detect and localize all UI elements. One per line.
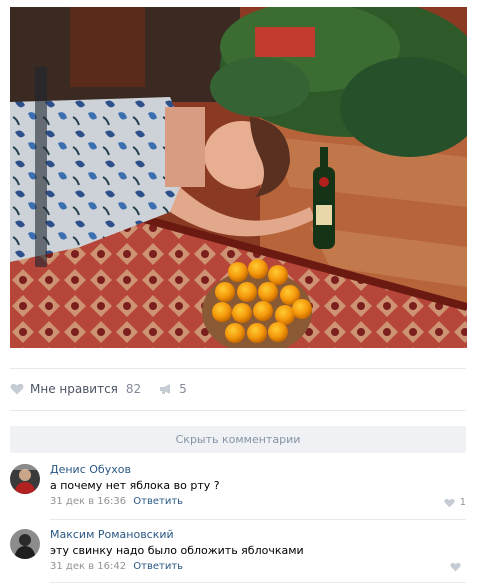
comment-like-button[interactable] bbox=[450, 562, 466, 572]
heart-icon bbox=[444, 498, 455, 507]
comment-author[interactable]: Денис Обухов bbox=[50, 463, 131, 476]
comment-text: эту свинку надо было обложить яблочками bbox=[50, 544, 304, 557]
separator bbox=[10, 368, 466, 369]
like-button[interactable]: Мне нравится 82 bbox=[10, 382, 141, 396]
post-photo[interactable] bbox=[10, 7, 467, 348]
reply-button[interactable]: Ответить bbox=[133, 561, 183, 572]
comment-item: Денис Обухов а почему нет яблока во рту … bbox=[10, 463, 466, 513]
comment-like-button[interactable]: 1 bbox=[444, 497, 466, 508]
comment-like-count: 1 bbox=[459, 497, 466, 508]
separator bbox=[50, 519, 466, 520]
heart-icon bbox=[450, 562, 461, 572]
avatar[interactable] bbox=[10, 464, 40, 494]
comment-date[interactable]: 31 дек в 16:36 bbox=[50, 496, 126, 507]
comment-date[interactable]: 31 дек в 16:42 bbox=[50, 561, 126, 572]
comment-text: а почему нет яблока во рту ? bbox=[50, 479, 220, 492]
repost-button[interactable]: 5 bbox=[159, 382, 187, 396]
like-label: Мне нравится bbox=[30, 382, 118, 396]
like-count: 82 bbox=[125, 382, 142, 396]
avatar[interactable] bbox=[10, 529, 40, 559]
heart-icon bbox=[10, 383, 24, 395]
megaphone-icon bbox=[160, 384, 171, 394]
comment-author[interactable]: Максим Романовский bbox=[50, 528, 174, 541]
post-actions: Мне нравится 82 5 bbox=[10, 378, 187, 400]
hide-comments-label: Скрыть комментарии bbox=[175, 433, 301, 446]
repost-count: 5 bbox=[179, 382, 187, 396]
separator bbox=[50, 582, 466, 583]
comment-item: Максим Романовский эту свинку надо было … bbox=[10, 528, 466, 578]
hide-comments-button[interactable]: Скрыть комментарии bbox=[10, 426, 466, 453]
reply-button[interactable]: Ответить bbox=[133, 496, 183, 507]
separator bbox=[10, 410, 466, 411]
